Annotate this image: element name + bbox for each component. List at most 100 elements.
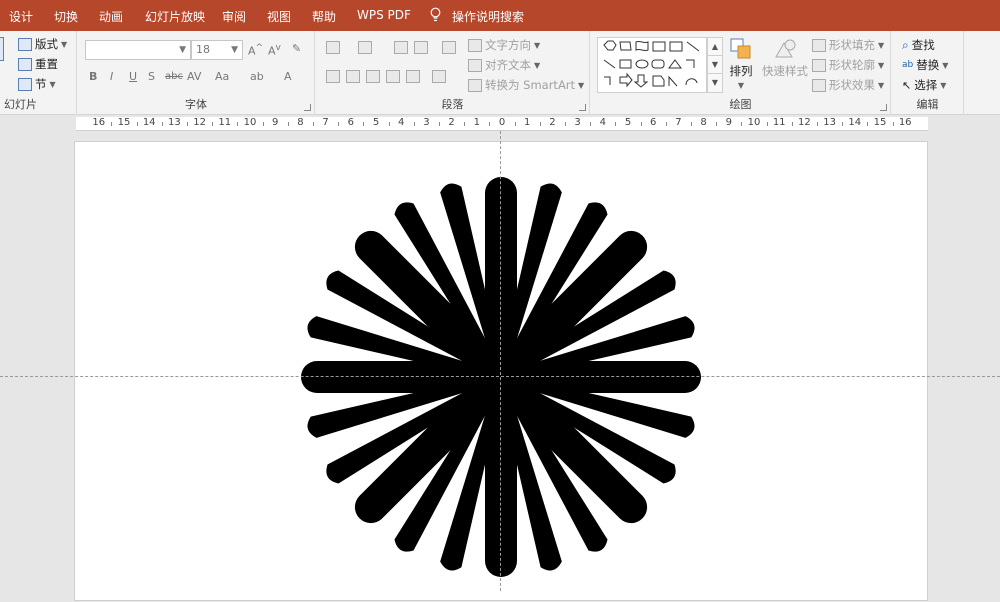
quick-styles-button[interactable]: 快速样式 (762, 37, 808, 79)
ruler-number: 2 (549, 117, 556, 128)
tab-design[interactable]: 设计 (9, 8, 33, 25)
convert-smartart-button[interactable]: 转换为 SmartArt ▼ (468, 77, 584, 93)
clear-format-icon[interactable]: ✎ (292, 42, 301, 55)
shapes-gallery-scroll[interactable]: ▲ ▼ ▼ (707, 37, 723, 93)
ruler-tick (615, 122, 617, 126)
line-spacing-button[interactable] (442, 41, 456, 54)
ruler-number: 0 (498, 117, 506, 128)
ruler-number: 3 (574, 117, 581, 128)
new-slide-fragment[interactable] (0, 37, 4, 61)
section-label: 节 (35, 77, 47, 91)
increase-font-button[interactable]: A^ (248, 42, 263, 58)
italic-button[interactable]: I (110, 70, 113, 83)
gallery-expand-icon[interactable]: ▼ (708, 74, 722, 92)
ribbon-tab-bar: 设计 切换 动画 幻灯片放映 审阅 视图 帮助 WPS PDF 操作说明搜索 (0, 0, 1000, 31)
black-starburst-shape[interactable] (75, 142, 929, 602)
chevron-down-icon: ▼ (179, 45, 186, 55)
shadow-button[interactable]: S (148, 70, 155, 83)
font-size-input[interactable]: 18 ▼ (191, 40, 243, 60)
tab-help[interactable]: 帮助 (312, 8, 336, 25)
slides-group: 版式 ▼ 重置 节 ▼ 幻灯片 (0, 31, 77, 115)
decrease-indent-button[interactable] (394, 41, 408, 54)
underline-button[interactable]: U (129, 70, 137, 83)
columns-button[interactable] (432, 70, 446, 83)
ruler-number: 1 (524, 117, 531, 128)
replace-button[interactable]: ab 替换 ▼ (902, 57, 948, 73)
char-spacing-button[interactable]: AV (187, 70, 201, 83)
horizontal-ruler[interactable]: 16 15 14 13 12 11 10 9 8 7 6 5 4 3 2 1 0 1 2 3 4 5 6 7 8 9 10 11 12 1… (76, 117, 928, 131)
tell-me-search[interactable]: 操作说明搜索 (452, 8, 524, 25)
increase-indent-button[interactable] (414, 41, 428, 54)
text-direction-button[interactable]: 文字方向 ▼ (468, 37, 540, 53)
layout-button[interactable]: 版式 ▼ (18, 36, 67, 52)
paragraph-dialog-launcher-icon[interactable] (579, 104, 586, 111)
ruler-number: 8 (700, 117, 707, 128)
ruler-number: 4 (599, 117, 606, 128)
tab-review[interactable]: 审阅 (222, 8, 246, 25)
tab-transitions[interactable]: 切换 (54, 8, 78, 25)
ruler-number: 9 (725, 117, 732, 128)
bullets-button[interactable] (326, 41, 340, 54)
align-right-button[interactable] (366, 70, 380, 83)
quick-styles-label: 快速样式 (762, 64, 808, 78)
ruler-tick (640, 122, 642, 126)
shape-outline-button[interactable]: 形状轮廓 ▼ (812, 57, 884, 73)
decrease-font-button[interactable]: Av (268, 42, 281, 58)
scroll-up-icon[interactable]: ▲ (708, 38, 722, 56)
shape-effects-button[interactable]: 形状效果 ▼ (812, 77, 884, 93)
ruler-number: 1 (473, 117, 480, 128)
align-text-button[interactable]: 对齐文本 ▼ (468, 57, 540, 73)
change-case-button[interactable]: Aa (215, 70, 229, 83)
chevron-down-icon: ▼ (231, 45, 238, 55)
align-center-button[interactable] (346, 70, 360, 83)
font-dialog-launcher-icon[interactable] (304, 104, 311, 111)
ruler-number: 14 (848, 117, 862, 128)
section-button[interactable]: 节 ▼ (18, 76, 56, 92)
reset-button[interactable]: 重置 (18, 56, 58, 72)
distribute-icon (406, 70, 420, 83)
tab-view[interactable]: 视图 (267, 8, 291, 25)
ruler-number: 10 (243, 117, 257, 128)
ruler-tick (439, 122, 440, 126)
strikethrough-button[interactable]: abc (165, 71, 183, 82)
justify-button[interactable] (386, 70, 400, 83)
scroll-down-icon[interactable]: ▼ (708, 56, 722, 74)
distribute-button[interactable] (406, 70, 420, 83)
find-button[interactable]: ⌕ 查找 (902, 37, 935, 53)
paint-bucket-icon (812, 38, 826, 52)
arrange-button[interactable]: 排列 ▼ (729, 37, 753, 90)
ruler-tick (413, 122, 415, 126)
ruler-tick (161, 122, 163, 126)
ruler-tick (464, 122, 466, 126)
new-slide-icon (0, 37, 4, 61)
ribbon: 版式 ▼ 重置 节 ▼ 幻灯片 ▼ 18 ▼ A^ Av ✎ B I U S a… (0, 31, 1000, 115)
tab-animations[interactable]: 动画 (99, 8, 123, 25)
vertical-guide[interactable] (500, 131, 501, 591)
smartart-icon (468, 78, 482, 92)
line-spacing-icon (442, 41, 456, 54)
align-left-button[interactable] (326, 70, 340, 83)
ruler-number: 6 (347, 117, 354, 128)
horizontal-guide[interactable] (0, 376, 1000, 377)
tab-wps-pdf[interactable]: WPS PDF (357, 8, 411, 22)
tab-slideshow[interactable]: 幻灯片放映 (145, 8, 205, 25)
align-left-icon (326, 70, 340, 83)
bold-button[interactable]: B (89, 70, 97, 83)
chevron-down-icon: ▼ (940, 80, 947, 90)
select-button[interactable]: ↖ 选择 ▼ (902, 77, 946, 93)
font-color-button[interactable]: A (284, 70, 292, 83)
quick-styles-icon (775, 39, 796, 58)
ruler-number: 9 (272, 117, 279, 128)
highlight-button[interactable]: ab (250, 70, 264, 83)
reset-label: 重置 (35, 57, 58, 71)
shapes-gallery[interactable] (597, 37, 707, 93)
chevron-down-icon: ▼ (942, 60, 949, 70)
shape-fill-button[interactable]: 形状填充 ▼ (812, 37, 884, 53)
drawing-dialog-launcher-icon[interactable] (880, 104, 887, 111)
numbering-button[interactable] (358, 41, 372, 54)
search-icon: ⌕ (902, 37, 909, 52)
ruler-number: 8 (297, 117, 304, 128)
ruler-tick (388, 122, 390, 126)
slide-canvas[interactable] (74, 141, 928, 601)
font-name-input[interactable]: ▼ (85, 40, 191, 60)
